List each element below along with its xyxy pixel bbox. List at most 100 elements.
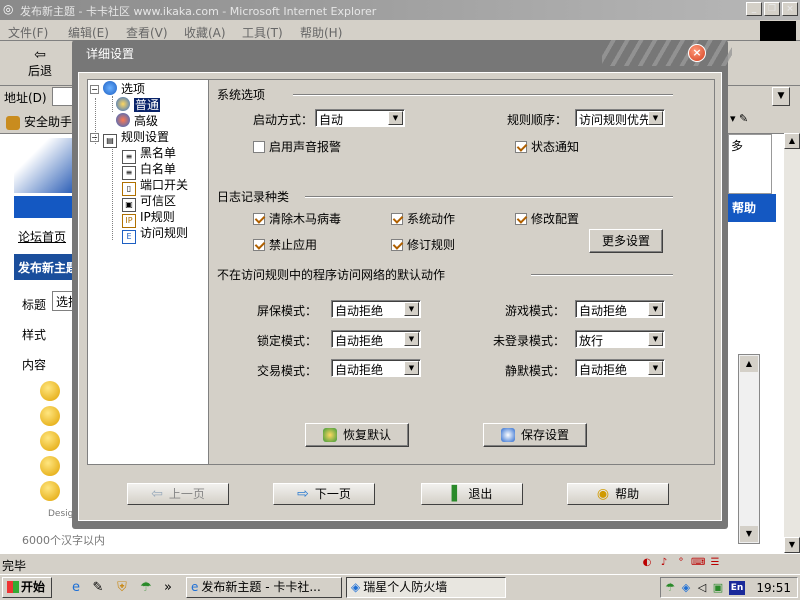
log-system-action-checkbox[interactable]: 系统动作 [391,210,455,227]
help-button[interactable]: ◉ 帮助 [567,483,669,505]
not-logged-in-mode-select[interactable]: 放行 ▼ [575,330,665,348]
language-indicator[interactable]: En [729,581,745,595]
emoji-icon[interactable] [40,381,60,401]
chevron-down-icon[interactable]: ▼ [404,302,419,316]
status-notify-checkbox[interactable]: 状态通知 [515,138,579,155]
security-helper-link[interactable]: 安全助手 [6,113,72,130]
volume-icon[interactable]: ◁ [695,581,709,595]
silent-mode-select[interactable]: 自动拒绝 ▼ [575,359,665,377]
ime-icon[interactable]: ◐ [640,556,654,570]
log-modify-config-checkbox[interactable]: 修改配置 [515,210,579,227]
umbrella-tray-icon[interactable]: ☂ [663,581,677,595]
tree-node-whitelist[interactable]: ≡ 白名单 [122,161,176,180]
tree-node-options[interactable]: − 选项 [90,81,145,97]
quicklaunch-more-icon[interactable]: » [160,580,176,596]
exit-label: 退出 [468,487,493,501]
taskbar: 开始 e ✎ ⛨ ☂ » e 发布新主题 - 卡卡社... ◈ 瑞星个人防火墙 ☂ … [0,574,800,600]
network-icon[interactable]: ▣ [711,581,725,595]
tree-node-advanced[interactable]: 高级 [116,113,158,129]
emoji-icon[interactable] [40,406,60,426]
links-chevron-icon[interactable]: ▾ ✎ [730,112,770,130]
ime-menu-icon[interactable]: ☰ [708,556,722,570]
shield-quicklaunch-icon[interactable]: ⛨ [114,580,130,596]
scroll-up-icon[interactable]: ▲ [784,133,800,149]
umbrella-quicklaunch-icon[interactable]: ☂ [138,580,154,596]
title-label: 标题 [22,298,47,312]
arrow-right-icon: ⇨ [297,486,309,502]
collapse-icon[interactable]: − [90,133,99,142]
rule-order-value: 访问规则优先 [579,113,649,127]
sound-alarm-checkbox[interactable]: 启用声音报警 [253,138,341,155]
chevron-down-icon[interactable]: ▼ [648,302,663,316]
chevron-down-icon[interactable]: ▼ [648,111,663,125]
ime-soft-kbd-icon[interactable]: ⌨ [691,556,705,570]
tree-rules-label: 规则设置 [121,130,170,144]
lock-mode-select[interactable]: 自动拒绝 ▼ [331,330,421,348]
content-scrollbar[interactable]: ▲ ▼ [738,354,760,544]
tree-node-access-rules[interactable]: E 访问规则 [122,225,188,244]
windows-logo-icon [760,21,796,41]
chevron-down-icon[interactable]: ▼ [648,332,663,346]
rule-order-select[interactable]: 访问规则优先 ▼ [575,109,665,127]
dialog-close-icon[interactable]: × [688,44,706,62]
next-page-button[interactable]: ⇨ 下一页 [273,483,375,505]
emoji-icon[interactable] [40,481,60,501]
page-scrollbar[interactable]: ▲ ▼ [784,133,800,553]
menu-edit[interactable]: 编辑(E) [68,24,109,41]
trade-mode-select[interactable]: 自动拒绝 ▼ [331,359,421,377]
address-dropdown-button[interactable]: ▼ [772,87,790,106]
emoji-icon[interactable] [40,431,60,451]
log-trojan-checkbox[interactable]: 清除木马病毒 [253,210,341,227]
tree-node-trusted-zone[interactable]: ▣ 可信区 [122,193,176,212]
save-settings-button[interactable]: 保存设置 [483,423,587,447]
collapse-icon[interactable]: − [90,85,99,94]
firewall-tray-icon[interactable]: ◈ [679,581,693,595]
log-revise-rule-checkbox[interactable]: 修订规则 [391,236,455,253]
screensaver-mode-select[interactable]: 自动拒绝 ▼ [331,300,421,318]
ime-mode-icon[interactable]: ♪ [657,556,671,570]
tree-node-ip-rules[interactable]: IP IP规则 [122,209,175,228]
chevron-down-icon[interactable]: ▼ [648,361,663,375]
screensaver-mode-label: 屏保模式： [257,304,318,318]
more-settings-button[interactable]: 更多设置 [589,229,663,253]
scroll-down-icon[interactable]: ▼ [740,526,758,542]
help-header[interactable]: 帮助 [728,194,776,222]
forum-home-link[interactable]: 论坛首页 [18,228,66,245]
menu-favorites[interactable]: 收藏(A) [184,24,226,41]
ime-punct-icon[interactable]: ° [674,556,688,570]
menu-help[interactable]: 帮助(H) [300,24,342,41]
exit-button[interactable]: ▌ 退出 [421,483,523,505]
emoji-icon[interactable] [40,456,60,476]
scroll-up-icon[interactable]: ▲ [740,356,758,372]
chevron-down-icon[interactable]: ▼ [404,332,419,346]
ie-title-bar: ◎ 发布新主题 - 卡卡社区 www.ikaka.com - Microsoft… [0,0,800,20]
address-input[interactable] [52,87,74,106]
task-ie[interactable]: e 发布新主题 - 卡卡社... [186,577,342,598]
notepad-quicklaunch-icon[interactable]: ✎ [90,580,106,596]
tree-node-port-switch[interactable]: ▯ 端口开关 [122,177,188,196]
chevron-down-icon[interactable]: ▼ [404,361,419,375]
menu-tools[interactable]: 工具(T) [242,24,283,41]
menu-view[interactable]: 查看(V) [126,24,168,41]
dialog-title: 详细设置 [86,47,135,61]
tree-node-normal[interactable]: 普通 [116,97,161,113]
restore-defaults-button[interactable]: 恢复默认 [305,423,409,447]
tree-options-label: 选项 [121,82,146,96]
log-block-app-checkbox[interactable]: 禁止应用 [253,236,317,253]
detail-settings-dialog: 详细设置 × − 选项 普通 高级 − ▤ 规则设置 ≡ 黑名单 ≡ 白名单 ▯ 端口开关 … [72,40,732,529]
start-button[interactable]: 开始 [2,577,52,598]
tree-node-rules[interactable]: − ▤ 规则设置 [90,129,170,148]
menu-file[interactable]: 文件(F) [8,24,48,41]
minimize-button[interactable]: _ [746,2,762,16]
close-button[interactable]: × [782,2,798,16]
task-firewall[interactable]: ◈ 瑞星个人防火墙 [346,577,506,598]
back-button[interactable]: ⇦ 后退 [20,48,60,79]
ie-quicklaunch-icon[interactable]: e [68,580,84,596]
chevron-down-icon[interactable]: ▼ [388,111,403,125]
restore-button[interactable]: ❐ [764,2,780,16]
startup-select[interactable]: 自动 ▼ [315,109,405,127]
game-mode-select[interactable]: 自动拒绝 ▼ [575,300,665,318]
scroll-down-icon[interactable]: ▼ [784,537,800,553]
tree-node-blacklist[interactable]: ≡ 黑名单 [122,145,176,164]
prev-page-button[interactable]: ⇦ 上一页 [127,483,229,505]
